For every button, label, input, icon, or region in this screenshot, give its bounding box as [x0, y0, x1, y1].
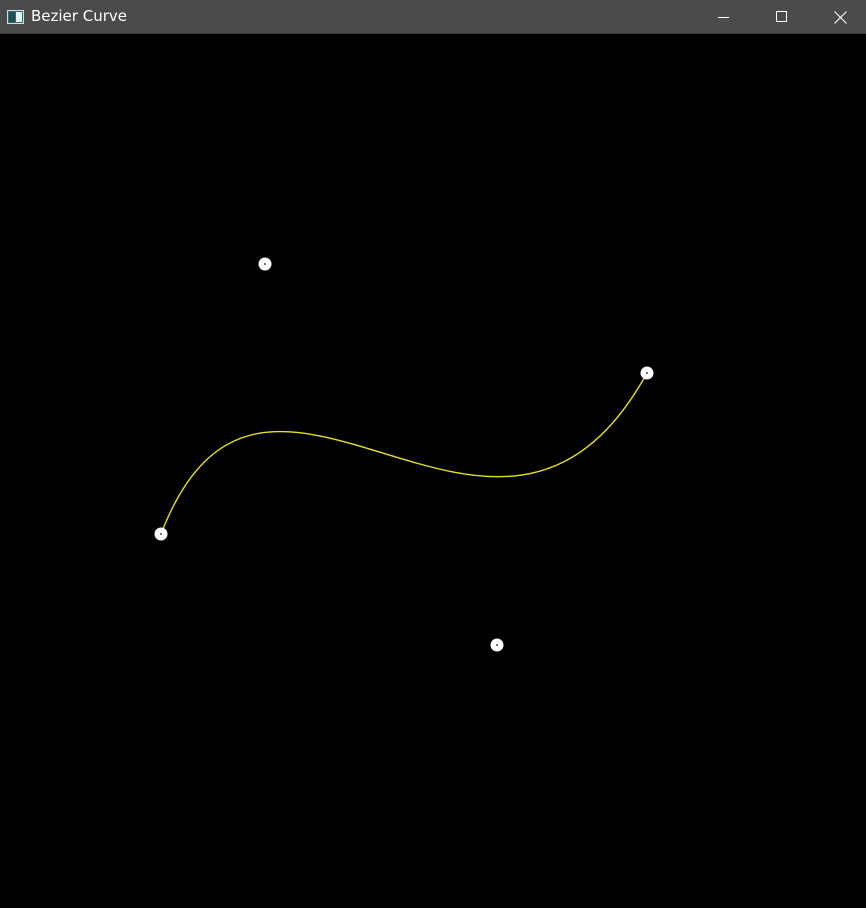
bezier-drawing — [154, 257, 654, 652]
close-button[interactable] — [811, 0, 866, 34]
bezier-curve — [160, 372, 648, 535]
control-point-center — [646, 372, 648, 374]
control-point-center — [264, 263, 266, 265]
close-icon — [833, 10, 847, 24]
control-point-center — [496, 644, 498, 646]
bezier-curve-window: Bezier Curve — [0, 0, 866, 908]
control-point-center — [160, 533, 162, 535]
control-point-p3[interactable] — [640, 366, 654, 380]
control-point-p1[interactable] — [258, 257, 272, 271]
drawing-canvas[interactable] — [0, 35, 866, 908]
minimize-button[interactable] — [695, 0, 753, 34]
title-bar[interactable]: Bezier Curve — [0, 0, 866, 34]
app-window-icon — [7, 9, 24, 24]
window-title: Bezier Curve — [31, 7, 127, 25]
control-point-p2[interactable] — [490, 638, 504, 652]
control-point-p0[interactable] — [154, 527, 168, 541]
maximize-icon — [776, 11, 788, 23]
minimize-icon — [718, 11, 730, 23]
maximize-button[interactable] — [753, 0, 811, 34]
